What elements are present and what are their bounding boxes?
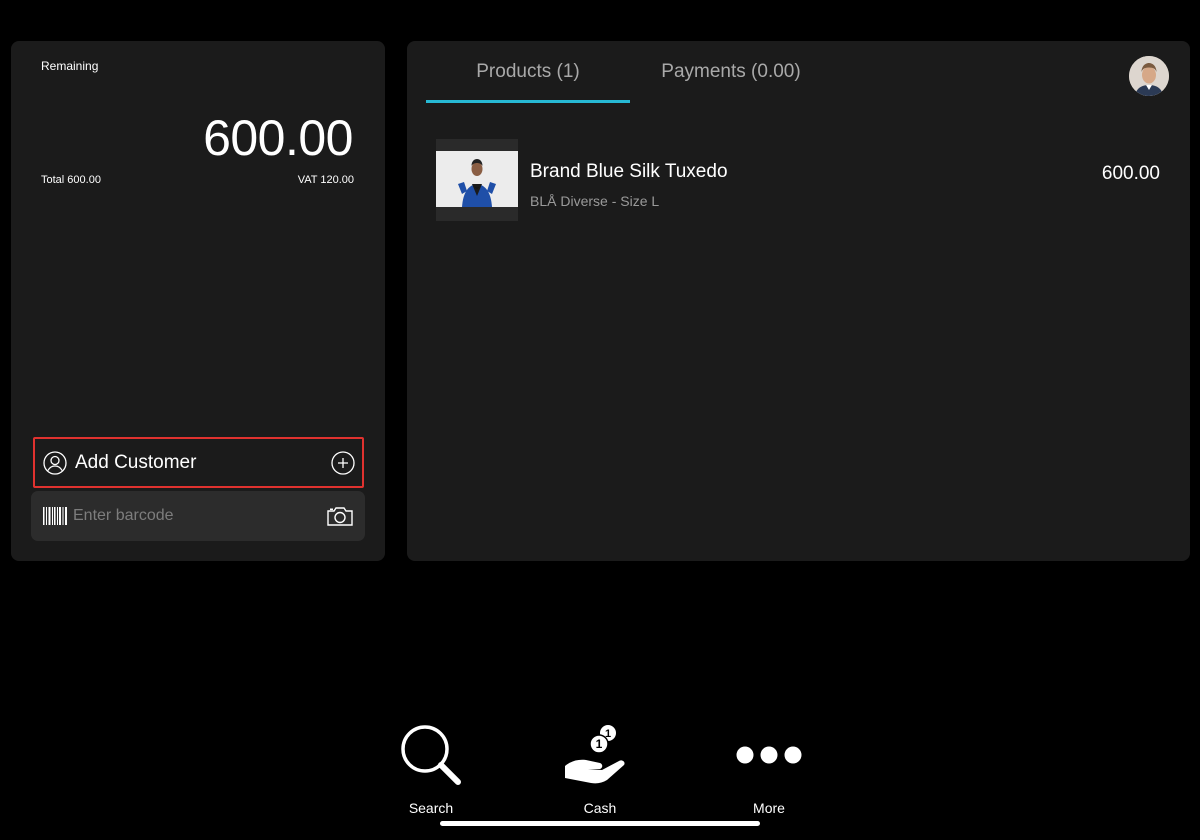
nav-more-button[interactable]: More [714, 720, 824, 820]
remaining-amount: 600.00 [203, 110, 353, 166]
nav-cash-button[interactable]: 1 1 Cash [545, 720, 655, 820]
plus-circle-icon[interactable] [331, 450, 355, 475]
add-customer-label: Add Customer [75, 451, 197, 473]
search-icon [398, 720, 464, 790]
nav-search-button[interactable]: Search [376, 720, 486, 820]
svg-text:1: 1 [596, 737, 603, 751]
product-name: Brand Blue Silk Tuxedo [530, 161, 728, 182]
barcode-input[interactable] [73, 507, 326, 525]
remaining-label: Remaining [41, 59, 99, 73]
nav-cash-label: Cash [583, 800, 617, 816]
product-price: 600.00 [1101, 163, 1160, 184]
nav-more-label: More [753, 800, 785, 816]
add-customer-button[interactable]: Add Customer [33, 437, 364, 488]
product-variant: BLÅ Diverse - Size L [530, 193, 660, 209]
product-thumbnail [436, 139, 518, 221]
barcode-field [31, 491, 365, 541]
user-icon [43, 450, 67, 475]
nav-search-label: Search [408, 800, 454, 816]
camera-icon[interactable] [326, 504, 354, 528]
vat-text: VAT 120.00 [297, 174, 354, 186]
barcode-icon [43, 507, 67, 525]
product-row[interactable]: Brand Blue Silk Tuxedo BLÅ Diverse - Siz… [436, 139, 1160, 221]
avatar[interactable] [1129, 56, 1169, 96]
cash-hand-icon: 1 1 [563, 720, 637, 790]
tab-products[interactable]: Products (1) [426, 41, 630, 103]
total-text: Total 600.00 [41, 174, 101, 186]
cart-panel: Products (1) Payments (0.00) Brand Blue … [407, 41, 1190, 561]
sale-summary-panel: Remaining 600.00 Total 600.00 VAT 120.00… [11, 41, 385, 561]
home-indicator [440, 821, 760, 826]
more-dots-icon [736, 720, 802, 790]
tab-payments[interactable]: Payments (0.00) [629, 41, 833, 103]
